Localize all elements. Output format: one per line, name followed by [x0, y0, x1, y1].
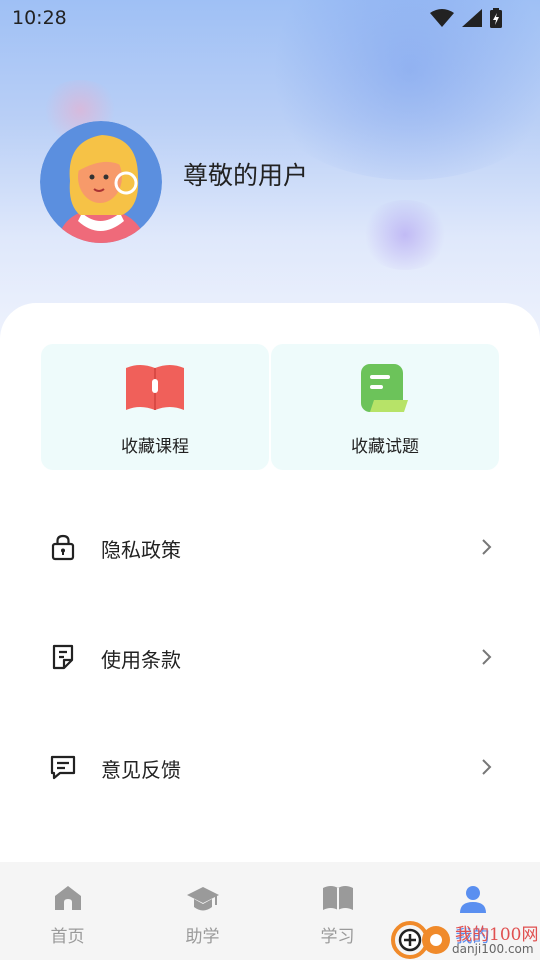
menu-item-label: 隐私政策 — [101, 538, 181, 562]
menu-item-privacy-policy[interactable]: 隐私政策 — [0, 493, 540, 603]
watermark-logo-icon — [391, 921, 450, 959]
feedback-icon — [50, 755, 76, 780]
nav-tab-home[interactable]: 首页 — [0, 862, 135, 960]
battery-icon — [490, 8, 502, 28]
wifi-icon — [430, 9, 454, 27]
notes-icon — [361, 364, 408, 412]
nav-tab-learn[interactable]: 学习 — [270, 862, 405, 960]
home-icon — [54, 886, 81, 910]
user-icon — [459, 886, 486, 913]
nav-label: 学习 — [320, 927, 355, 947]
favorite-questions-button[interactable]: 收藏试题 — [271, 344, 499, 470]
chevron-right-icon — [482, 759, 492, 775]
avatar[interactable] — [40, 121, 162, 243]
book-icon — [126, 365, 184, 410]
status-bar: 10:28 — [0, 0, 540, 36]
favorite-courses-button[interactable]: 收藏课程 — [41, 344, 269, 470]
chevron-right-icon — [482, 649, 492, 665]
graduation-cap-icon — [186, 887, 219, 911]
avatar-illustration — [40, 121, 162, 243]
menu-item-label: 意见反馈 — [101, 758, 181, 782]
favorite-courses-label: 收藏课程 — [121, 437, 189, 457]
decorative-blob — [360, 200, 450, 270]
username: 尊敬的用户 — [183, 161, 309, 190]
watermark-site: danji100.com — [452, 942, 534, 956]
menu-item-label: 使用条款 — [101, 648, 181, 672]
signal-icon — [462, 9, 482, 27]
chevron-right-icon — [482, 539, 492, 555]
favorite-questions-label: 收藏试题 — [351, 437, 419, 457]
status-icons — [430, 8, 502, 28]
nav-tab-study-help[interactable]: 助学 — [135, 862, 270, 960]
menu-item-feedback[interactable]: 意见反馈 — [0, 713, 540, 823]
lock-icon — [51, 534, 75, 561]
watermark: 我的100网 danji100.com — [390, 918, 540, 960]
menu-item-terms-of-use[interactable]: 使用条款 — [0, 603, 540, 713]
nav-label: 首页 — [50, 927, 85, 947]
nav-label: 助学 — [185, 927, 220, 947]
book-icon — [322, 886, 353, 910]
document-icon — [52, 644, 74, 670]
status-time: 10:28 — [12, 7, 67, 29]
